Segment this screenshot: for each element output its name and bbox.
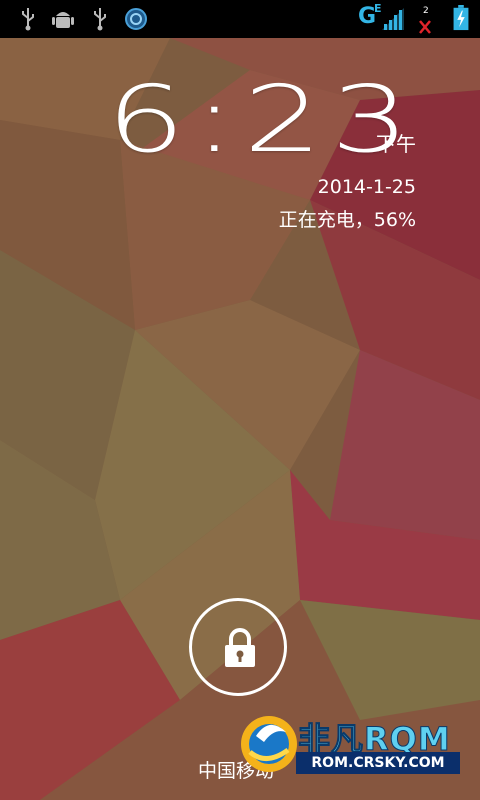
signal-icon <box>382 8 404 30</box>
crsky-logo-icon <box>241 716 297 772</box>
charging-status: 正在充电，56% <box>278 209 416 231</box>
no-signal-icon <box>419 20 431 34</box>
android-debug-icon <box>52 12 74 28</box>
unlock-button[interactable] <box>189 598 287 696</box>
clock-time: 6:23 <box>106 66 418 173</box>
clock-ampm: 下午 <box>376 132 416 156</box>
watermark-logo: 非凡RQM ROM.CRSKY.COM <box>236 706 462 776</box>
usb-icon <box>94 8 106 31</box>
watermark-url: ROM.CRSKY.COM <box>296 752 460 774</box>
usb-icon <box>22 8 34 31</box>
lock-icon <box>225 628 255 667</box>
date-label: 2014-1-25 <box>317 176 416 198</box>
status-bar: G E 2 <box>0 0 480 38</box>
battery-charging-icon <box>453 5 469 31</box>
sync-icon <box>125 8 147 30</box>
